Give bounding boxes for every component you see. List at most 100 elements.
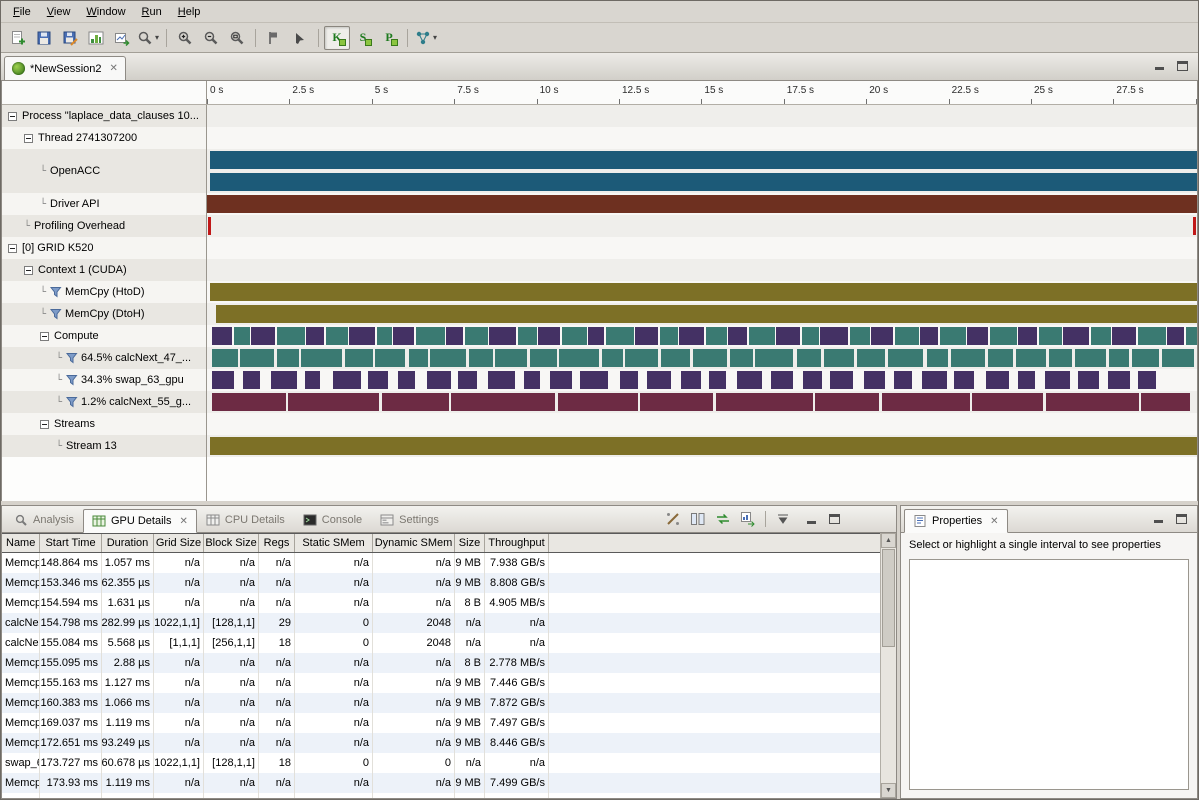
bar-segment[interactable] [1018, 327, 1037, 345]
menu-item-help[interactable]: Help [170, 4, 209, 20]
collapse-icon[interactable] [24, 266, 33, 275]
bar-segment[interactable] [277, 349, 299, 367]
bar-segment[interactable] [679, 327, 704, 345]
bar-segment[interactable] [518, 327, 537, 345]
tree-row-process-laplace-data-clauses-10[interactable]: Process "laplace_data_clauses 10... [2, 105, 207, 127]
zoom-in-icon[interactable] [172, 26, 198, 50]
bar-segment[interactable] [635, 327, 658, 345]
tab-console[interactable]: Console [294, 508, 371, 532]
bar-segment[interactable] [427, 371, 451, 389]
zoom-fit-icon[interactable] [224, 26, 250, 50]
maximize-icon[interactable] [829, 514, 840, 524]
table-row[interactable]: Memcpy154.594 ms1.631 µsn/an/an/an/an/a8… [2, 593, 880, 613]
zoom-out-icon[interactable] [198, 26, 224, 50]
minimize-icon[interactable] [806, 514, 817, 525]
bar-segment[interactable] [954, 371, 974, 389]
tab-analysis[interactable]: Analysis [5, 508, 83, 532]
bar-segment[interactable] [489, 327, 516, 345]
bar-segment[interactable] [894, 371, 912, 389]
filter-icon[interactable] [66, 374, 78, 386]
bar-segment[interactable] [737, 371, 763, 389]
table-row[interactable]: Memcpy169.037 ms1.119 msn/an/an/an/an/a9… [2, 713, 880, 733]
save-icon[interactable] [31, 26, 57, 50]
bar-segment[interactable] [345, 349, 373, 367]
filter-icon[interactable] [66, 352, 78, 364]
column-header-size[interactable]: Size [455, 534, 485, 552]
tree-row-memcpy-htod[interactable]: └MemCpy (HtoD) [2, 281, 207, 303]
tab-settings[interactable]: Settings [371, 508, 448, 532]
timeline-bar[interactable] [210, 173, 1197, 191]
bar-segment[interactable] [212, 327, 232, 345]
bar-segment[interactable] [927, 349, 949, 367]
marker-pointer-icon[interactable] [287, 26, 313, 50]
bar-segment[interactable] [661, 349, 690, 367]
bar-segment[interactable] [212, 371, 234, 389]
bar-segment[interactable] [824, 349, 855, 367]
table-row[interactable]: calcNext154.798 ms282.99 µs[1022,1,1][12… [2, 613, 880, 633]
bar-segment[interactable] [755, 349, 793, 367]
bar-segment[interactable] [458, 371, 477, 389]
scroll-down-icon[interactable]: ▼ [881, 783, 896, 798]
filter-icon[interactable] [50, 308, 62, 320]
bar-segment[interactable] [602, 349, 623, 367]
bar-segment[interactable] [681, 371, 701, 389]
timeline-bar[interactable] [210, 151, 1197, 169]
bar-segment[interactable] [706, 327, 727, 345]
filter-icon[interactable] [66, 396, 78, 408]
bar-segment[interactable] [430, 349, 466, 367]
bar-segment[interactable] [1075, 349, 1107, 367]
table-row[interactable]: Memcpy173.93 ms1.119 msn/an/an/an/an/a9 … [2, 773, 880, 793]
bar-segment[interactable] [888, 349, 924, 367]
bar-segment[interactable] [495, 349, 527, 367]
bar-segment[interactable] [393, 327, 414, 345]
bar-segment[interactable] [1162, 349, 1194, 367]
bar-segment[interactable] [776, 327, 800, 345]
bar-segment[interactable] [538, 327, 560, 345]
bar-segment[interactable] [797, 349, 822, 367]
bar-segment[interactable] [1049, 349, 1073, 367]
view-menu-icon[interactable] [773, 509, 793, 529]
trace-icon[interactable] [663, 509, 683, 529]
toggle-process-button[interactable]: P [376, 26, 402, 50]
table-row[interactable]: Memcpy153.346 ms62.355 µsn/an/an/an/an/a… [2, 573, 880, 593]
bar-segment[interactable] [1186, 327, 1197, 345]
bar-segment[interactable] [305, 371, 320, 389]
overhead-marker[interactable] [208, 217, 211, 235]
bar-segment[interactable] [967, 327, 988, 345]
scroll-track[interactable] [881, 648, 896, 783]
vertical-scrollbar[interactable]: ▲ ▼ [880, 533, 896, 798]
column-header-static-smem[interactable]: Static SMem [295, 534, 373, 552]
bar-segment[interactable] [243, 371, 261, 389]
bar-segment[interactable] [716, 393, 813, 411]
export-chart-icon[interactable] [738, 509, 758, 529]
bar-segment[interactable] [728, 327, 747, 345]
bar-segment[interactable] [368, 371, 388, 389]
bar-segment[interactable] [550, 371, 573, 389]
bar-segment[interactable] [465, 327, 488, 345]
bar-segment[interactable] [771, 371, 793, 389]
bar-segment[interactable] [1112, 327, 1136, 345]
flatten-data-icon[interactable] [713, 509, 733, 529]
bar-segment[interactable] [660, 327, 678, 345]
scroll-thumb[interactable] [882, 549, 895, 647]
bar-segment[interactable] [1138, 371, 1157, 389]
bar-segment[interactable] [234, 327, 250, 345]
bar-segment[interactable] [1108, 371, 1130, 389]
bar-segment[interactable] [647, 371, 672, 389]
bar-segment[interactable] [306, 327, 324, 345]
bar-segment[interactable] [524, 371, 540, 389]
bar-segment[interactable] [469, 349, 493, 367]
bar-segment[interactable] [820, 327, 848, 345]
bar-segment[interactable] [1045, 371, 1071, 389]
column-header-regs[interactable]: Regs [259, 534, 295, 552]
bar-segment[interactable] [986, 371, 1009, 389]
bar-segment[interactable] [1141, 393, 1191, 411]
scroll-up-icon[interactable]: ▲ [881, 533, 896, 548]
bar-segment[interactable] [1109, 349, 1129, 367]
tree-row-0-grid-k520[interactable]: [0] GRID K520 [2, 237, 207, 259]
menu-item-run[interactable]: Run [134, 4, 170, 20]
bar-segment[interactable] [1091, 327, 1111, 345]
search-icon[interactable]: ▾ [135, 26, 161, 50]
profile-application-icon[interactable] [83, 26, 109, 50]
table-row[interactable]: Memcpy179.163 ms1.073 msn/an/an/an/an/a9… [2, 793, 880, 798]
